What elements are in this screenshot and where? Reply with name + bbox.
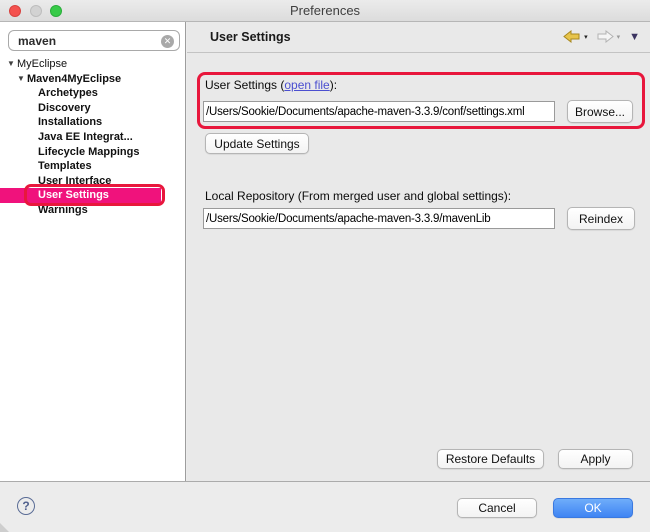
user-settings-label: User Settings (open file):	[205, 78, 337, 92]
main-area: ✕ ▼MyEclipse ▼Maven4MyEclipse Archetypes…	[0, 22, 650, 481]
tree-item-user-interface[interactable]: User Interface	[0, 174, 186, 189]
title-bar: Preferences	[0, 0, 650, 22]
back-history-dropdown-icon[interactable]: ▾	[584, 33, 588, 41]
apply-button[interactable]: Apply	[558, 449, 633, 469]
window-title: Preferences	[0, 3, 650, 18]
preferences-tree: ▼MyEclipse ▼Maven4MyEclipse Archetypes D…	[0, 57, 186, 218]
help-button[interactable]: ?	[17, 497, 35, 515]
tree-item-lifecycle-mappings[interactable]: Lifecycle Mappings	[0, 145, 186, 160]
pane-content: User Settings (open file): Browse... Upd…	[187, 53, 650, 481]
disclosure-triangle-icon[interactable]: ▼	[17, 72, 26, 87]
cancel-button[interactable]: Cancel	[457, 498, 537, 518]
sidebar: ✕ ▼MyEclipse ▼Maven4MyEclipse Archetypes…	[0, 22, 186, 481]
browse-button[interactable]: Browse...	[567, 100, 633, 123]
reindex-button[interactable]: Reindex	[567, 207, 635, 230]
pane-header: User Settings ▾ ▾ ▼	[187, 22, 650, 53]
restore-defaults-button[interactable]: Restore Defaults	[437, 449, 544, 469]
tree-item-warnings[interactable]: Warnings	[0, 203, 186, 218]
update-settings-button[interactable]: Update Settings	[205, 133, 309, 154]
tree-item-installations[interactable]: Installations	[0, 115, 186, 130]
tree-item-maven4myeclipse[interactable]: ▼Maven4MyEclipse	[0, 72, 186, 87]
history-navigation: ▾ ▾ ▼	[563, 30, 640, 43]
clear-search-icon[interactable]: ✕	[161, 35, 174, 48]
tree-item-myeclipse[interactable]: ▼MyEclipse	[0, 57, 186, 72]
ok-button[interactable]: OK	[553, 498, 633, 518]
tree-item-java-ee-integration[interactable]: Java EE Integrat...	[0, 130, 186, 145]
back-arrow-icon[interactable]	[563, 30, 581, 43]
settings-pane: User Settings ▾ ▾ ▼ User Settings (open …	[187, 22, 650, 481]
filter-search-box[interactable]: ✕	[8, 30, 180, 51]
tree-item-discovery[interactable]: Discovery	[0, 101, 186, 116]
page-title: User Settings	[210, 30, 291, 44]
resize-grip[interactable]	[0, 523, 9, 532]
disclosure-triangle-icon[interactable]: ▼	[7, 57, 16, 72]
forward-arrow-icon[interactable]	[596, 30, 614, 43]
tree-item-templates[interactable]: Templates	[0, 159, 186, 174]
tree-item-user-settings-selected[interactable]: User Settings	[0, 188, 161, 203]
local-repository-label: Local Repository (From merged user and g…	[205, 189, 511, 203]
local-repository-field[interactable]	[203, 208, 555, 229]
forward-history-dropdown-icon[interactable]: ▾	[617, 33, 621, 41]
preferences-window: Preferences ✕ ▼MyEclipse ▼Maven4MyEclips…	[0, 0, 650, 532]
view-menu-icon[interactable]: ▼	[629, 31, 640, 43]
tree-item-archetypes[interactable]: Archetypes	[0, 86, 186, 101]
search-input[interactable]	[18, 32, 158, 49]
settings-path-field[interactable]	[203, 101, 555, 122]
open-file-link[interactable]: open file	[284, 78, 329, 92]
dialog-footer: ? Cancel OK	[0, 481, 650, 532]
